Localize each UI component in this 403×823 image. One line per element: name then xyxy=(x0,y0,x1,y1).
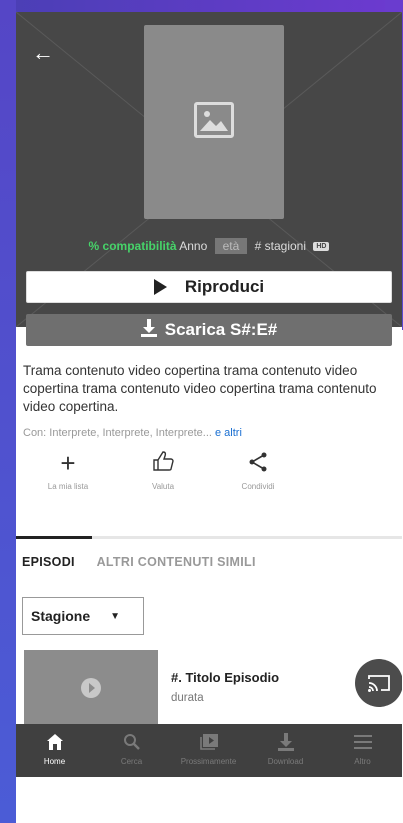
tab-more[interactable]: Altro xyxy=(324,724,401,777)
download-button[interactable]: Scarica S#:E# xyxy=(26,314,392,346)
share-label: Condividi xyxy=(241,482,275,491)
match-score: % compatibilità xyxy=(88,239,177,253)
tab-home-label: Home xyxy=(43,757,66,766)
plus-icon: + xyxy=(60,448,76,478)
episode-thumbnail[interactable] xyxy=(24,650,158,724)
rate-button[interactable]: Valuta xyxy=(123,448,203,491)
description-text: Trama contenuto video copertina trama co… xyxy=(23,363,377,414)
tab-coming-soon-label: Prossimamente xyxy=(180,757,237,766)
thumbs-up-icon xyxy=(123,448,203,478)
age-rating: età xyxy=(214,238,248,254)
tabs-divider xyxy=(16,536,402,539)
seasons-count: # stagioni xyxy=(254,239,306,253)
phone-screen: ← % compatibilità Anno età # stagioni HD… xyxy=(16,12,402,777)
bottom-tab-bar: Home Cerca Prossimamente Download Altro xyxy=(16,724,402,777)
play-library-icon xyxy=(170,733,247,755)
action-row: + La mia lista Valuta Condividi xyxy=(16,448,402,508)
active-tab-indicator xyxy=(16,536,92,539)
season-select[interactable]: Stagione ▼ xyxy=(22,597,144,635)
chevron-down-icon: ▼ xyxy=(110,610,121,622)
back-arrow-icon[interactable]: ← xyxy=(32,42,54,64)
share-icon xyxy=(218,448,298,478)
tab-more-label: Altro xyxy=(354,757,371,766)
cast-more-link[interactable]: e altri xyxy=(215,427,242,439)
content-tabs: EPISODI ALTRI CONTENUTI SIMILI xyxy=(22,555,256,569)
menu-icon xyxy=(324,733,401,755)
tab-coming-soon[interactable]: Prossimamente xyxy=(170,724,247,777)
episode-duration: durata xyxy=(171,692,204,704)
episode-title: #. Titolo Episodio xyxy=(171,670,280,685)
tab-download-label: Download xyxy=(267,757,304,766)
tab-episodes[interactable]: EPISODI xyxy=(22,555,75,569)
tab-download[interactable]: Download xyxy=(247,724,324,777)
background-gradient-left xyxy=(0,0,16,823)
play-icon xyxy=(153,279,167,295)
download-label: Scarica S#:E# xyxy=(164,320,278,339)
download-tab-icon xyxy=(247,733,324,755)
cast-names: Con: Interprete, Interprete, Interprete.… xyxy=(23,427,212,439)
cast-line: Con: Interprete, Interprete, Interprete.… xyxy=(23,427,399,439)
tab-search-label: Cerca xyxy=(120,757,143,766)
home-icon xyxy=(16,733,93,755)
play-button[interactable]: Riproduci xyxy=(26,271,392,303)
year: Anno xyxy=(179,239,208,253)
episode-play-icon xyxy=(81,678,101,698)
meta-row: % compatibilità Anno età # stagioni HD xyxy=(16,238,402,254)
image-placeholder-icon xyxy=(194,102,234,138)
season-select-value: Stagione xyxy=(31,608,91,624)
download-icon xyxy=(140,318,157,342)
share-button[interactable]: Condividi xyxy=(218,448,298,491)
hd-badge: HD xyxy=(313,242,330,251)
my-list-button[interactable]: + La mia lista xyxy=(28,448,108,491)
play-label: Riproduci xyxy=(184,277,265,296)
my-list-label: La mia lista xyxy=(47,482,89,491)
tab-home[interactable]: Home xyxy=(16,724,93,777)
cast-device-icon[interactable] xyxy=(355,659,402,707)
rate-label: Valuta xyxy=(151,482,175,491)
poster-image xyxy=(144,25,284,219)
tab-search[interactable]: Cerca xyxy=(93,724,170,777)
search-icon xyxy=(93,733,170,755)
tab-similar[interactable]: ALTRI CONTENUTI SIMILI xyxy=(97,555,256,569)
background-gradient-top xyxy=(0,0,403,12)
